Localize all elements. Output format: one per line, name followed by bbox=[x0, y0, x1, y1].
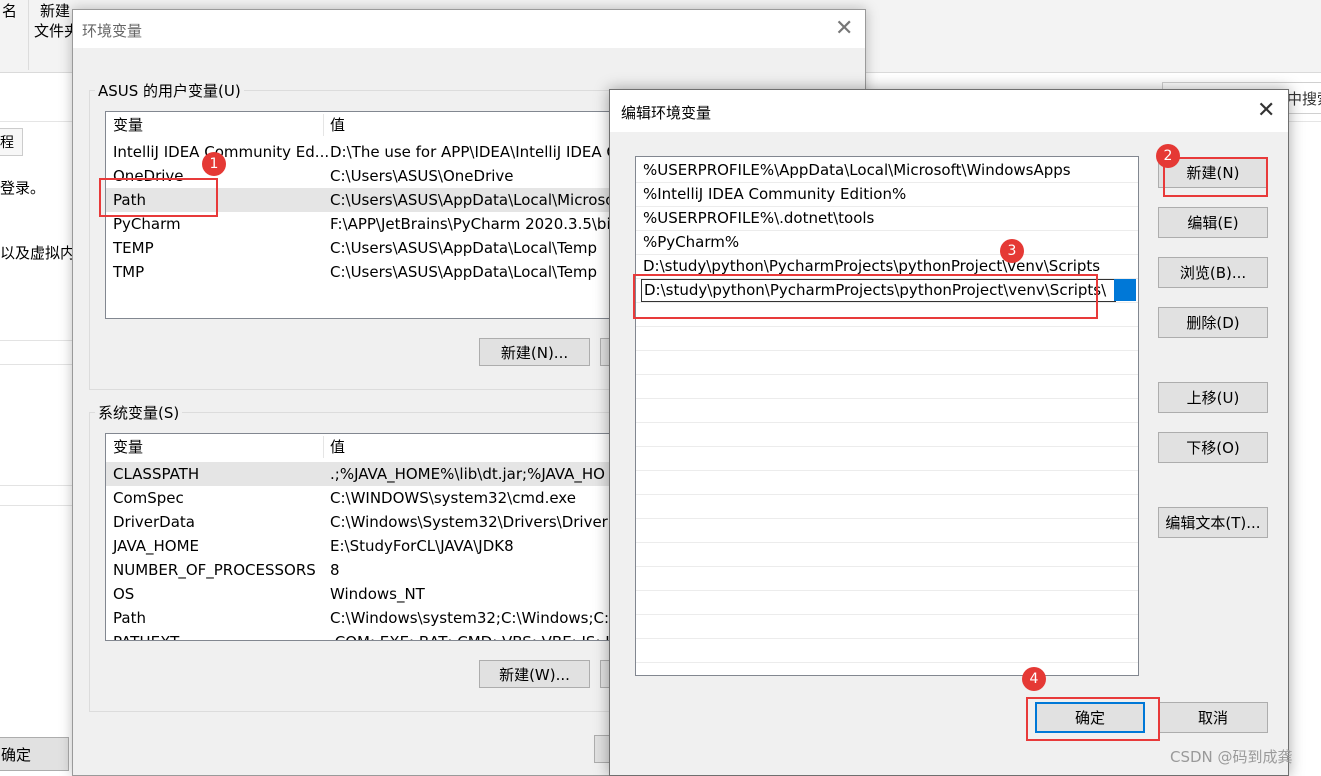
divider bbox=[0, 364, 72, 365]
path-entries-list[interactable]: %USERPROFILE%\AppData\Local\Microsoft\Wi… bbox=[635, 156, 1139, 676]
path-entry: %PyCharm% bbox=[643, 233, 740, 251]
env-dialog-title: 环境变量 bbox=[82, 22, 143, 40]
var-value: C:\Windows\system32;C:\Windows;C:\ bbox=[330, 609, 615, 627]
var-name: DriverData bbox=[113, 513, 195, 531]
annotation-badge-4: 4 bbox=[1022, 667, 1046, 691]
var-name: Path bbox=[113, 609, 146, 627]
list-item[interactable]: %PyCharm% bbox=[636, 230, 1138, 255]
watermark: CSDN @码到成龚 bbox=[1170, 748, 1293, 766]
list-item[interactable] bbox=[636, 518, 1138, 543]
user-new-button[interactable]: 新建(N)... bbox=[479, 338, 590, 366]
env-dialog-titlebar: 环境变量 ✕ bbox=[73, 10, 865, 48]
browse-button[interactable]: 浏览(B)... bbox=[1158, 257, 1268, 288]
list-item[interactable] bbox=[636, 494, 1138, 519]
divider bbox=[0, 340, 72, 341]
ribbon-label-new[interactable]: 新建 bbox=[40, 0, 70, 21]
annotation-box-2 bbox=[1163, 157, 1268, 197]
list-item[interactable] bbox=[636, 470, 1138, 495]
close-icon[interactable]: ✕ bbox=[835, 18, 853, 40]
list-item[interactable] bbox=[636, 422, 1138, 447]
var-name: TEMP bbox=[113, 239, 154, 257]
list-item[interactable]: %IntelliJ IDEA Community Edition% bbox=[636, 182, 1138, 207]
var-name: CLASSPATH bbox=[113, 465, 200, 483]
path-entry: %USERPROFILE%\AppData\Local\Microsoft\Wi… bbox=[643, 161, 1071, 179]
list-item[interactable]: %USERPROFILE%\.dotnet\tools bbox=[636, 206, 1138, 231]
list-item[interactable] bbox=[636, 374, 1138, 399]
list-item[interactable] bbox=[636, 350, 1138, 375]
column-header-variable[interactable]: 变量 bbox=[113, 434, 143, 460]
annotation-badge-2: 2 bbox=[1156, 144, 1180, 168]
explorer-tab[interactable]: 程 bbox=[0, 128, 23, 156]
background-ok-label: 确定 bbox=[1, 746, 32, 764]
annotation-badge-1: 1 bbox=[202, 152, 226, 176]
var-value: D:\The use for APP\IDEA\IntelliJ IDEA Co bbox=[330, 143, 627, 161]
move-up-button[interactable]: 上移(U) bbox=[1158, 382, 1268, 413]
column-header-value[interactable]: 值 bbox=[330, 434, 345, 460]
var-value: 8 bbox=[330, 561, 340, 579]
annotation-box-3 bbox=[633, 274, 1098, 319]
var-value: C:\Users\ASUS\AppData\Local\Temp bbox=[330, 263, 598, 281]
background-ok-button[interactable]: 确定 bbox=[0, 737, 69, 771]
var-value: .COM;.EXE;.BAT;.CMD;.VBS;.VBE;.JS;.JSE bbox=[330, 630, 629, 640]
system-vars-label: 系统变量(S) bbox=[95, 402, 183, 423]
var-name: TMP bbox=[113, 263, 145, 281]
edit-dialog-titlebar: 编辑环境变量 ✕ bbox=[610, 90, 1288, 132]
list-item[interactable] bbox=[636, 446, 1138, 471]
list-item[interactable] bbox=[636, 590, 1138, 615]
column-header-value[interactable]: 值 bbox=[330, 112, 345, 138]
var-value: Windows_NT bbox=[330, 585, 425, 603]
list-item[interactable] bbox=[636, 614, 1138, 639]
close-icon[interactable]: ✕ bbox=[1257, 100, 1275, 122]
var-value: C:\Windows\System32\Drivers\DriverD bbox=[330, 513, 620, 531]
annotation-box-1 bbox=[99, 178, 218, 217]
var-value: F:\APP\JetBrains\PyCharm 2020.3.5\bin bbox=[330, 215, 621, 233]
var-value: C:\Users\ASUS\AppData\Local\Microso bbox=[330, 191, 615, 209]
list-item[interactable] bbox=[636, 542, 1138, 567]
list-item[interactable] bbox=[636, 638, 1138, 663]
var-value: E:\StudyForCL\JAVA\JDK8 bbox=[330, 537, 514, 555]
annotation-badge-3: 3 bbox=[1000, 239, 1024, 263]
var-value: C:\Users\ASUS\OneDrive bbox=[330, 167, 514, 185]
list-item[interactable]: %USERPROFILE%\AppData\Local\Microsoft\Wi… bbox=[636, 158, 1138, 183]
search-placeholder: 中搜索 bbox=[1287, 90, 1321, 108]
var-name: PATHEXT bbox=[113, 630, 179, 640]
path-entry: %IntelliJ IDEA Community Edition% bbox=[643, 185, 907, 203]
cancel-button[interactable]: 取消 bbox=[1158, 702, 1268, 733]
ribbon-label-rename[interactable]: 名 bbox=[2, 0, 17, 21]
edit-button[interactable]: 编辑(E) bbox=[1158, 207, 1268, 238]
list-item[interactable] bbox=[636, 566, 1138, 591]
var-name: NUMBER_OF_PROCESSORS bbox=[113, 561, 316, 579]
user-vars-label: ASUS 的用户变量(U) bbox=[95, 80, 244, 101]
tab-label: 程 bbox=[0, 135, 14, 151]
left-text-login: 登录。 bbox=[0, 179, 46, 197]
var-name: ComSpec bbox=[113, 489, 184, 507]
divider bbox=[0, 485, 72, 486]
list-item[interactable] bbox=[636, 326, 1138, 351]
path-entry: %USERPROFILE%\.dotnet\tools bbox=[643, 209, 875, 227]
annotation-box-4 bbox=[1026, 697, 1160, 741]
edit-text-button[interactable]: 编辑文本(T)... bbox=[1158, 507, 1268, 538]
var-name: JAVA_HOME bbox=[113, 537, 200, 555]
var-name: OS bbox=[113, 585, 135, 603]
list-item[interactable] bbox=[636, 398, 1138, 423]
move-down-button[interactable]: 下移(O) bbox=[1158, 432, 1268, 463]
divider bbox=[0, 505, 72, 506]
var-value: .;%JAVA_HOME%\lib\dt.jar;%JAVA_HO bbox=[330, 465, 605, 483]
var-value: C:\WINDOWS\system32\cmd.exe bbox=[330, 489, 576, 507]
column-header-variable[interactable]: 变量 bbox=[113, 112, 143, 138]
system-new-button[interactable]: 新建(W)... bbox=[479, 660, 590, 688]
edit-dialog-title: 编辑环境变量 bbox=[621, 104, 712, 122]
explorer-left-pane bbox=[0, 122, 74, 774]
var-value: C:\Users\ASUS\AppData\Local\Temp bbox=[330, 239, 598, 257]
ribbon-divider bbox=[28, 0, 29, 70]
selection-highlight bbox=[1114, 279, 1136, 301]
delete-button[interactable]: 删除(D) bbox=[1158, 307, 1268, 338]
